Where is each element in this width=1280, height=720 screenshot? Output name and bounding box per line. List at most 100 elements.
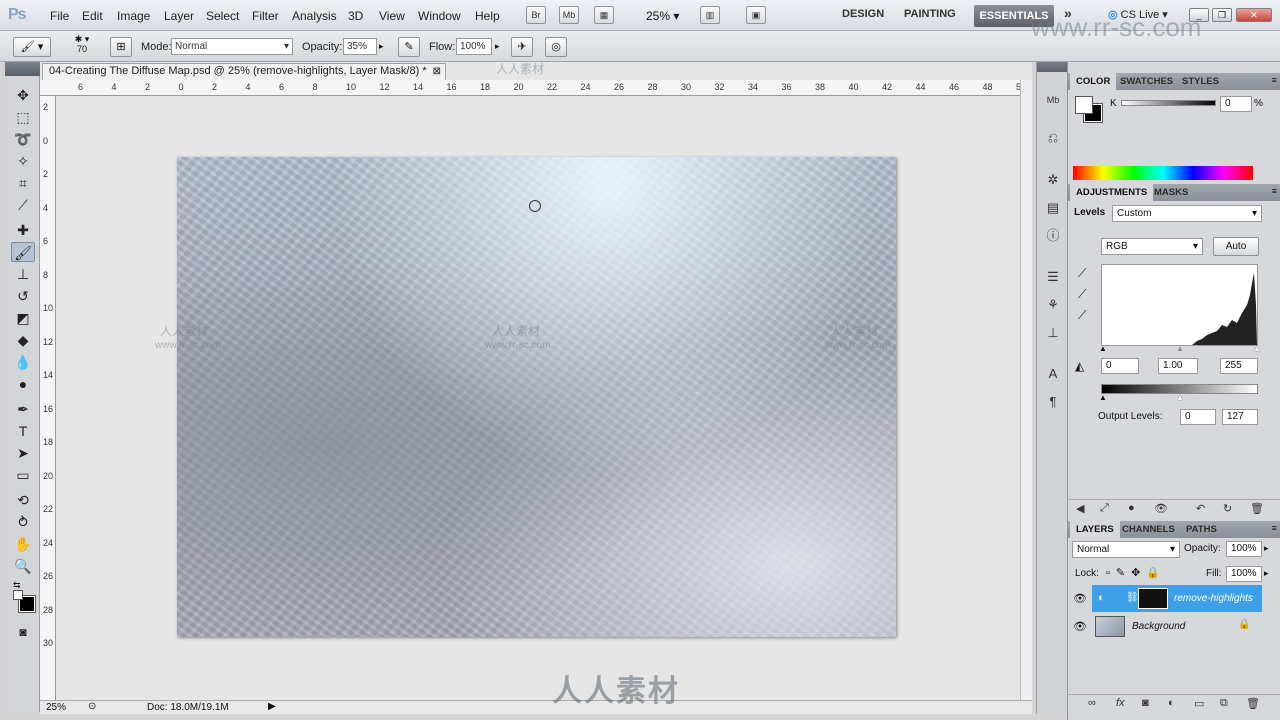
delete-adjustment-icon[interactable]: 🗑: [1250, 502, 1264, 515]
brush-presets-panel-icon[interactable]: ☰: [1043, 268, 1063, 286]
output-black-slider[interactable]: ▲: [1099, 393, 1107, 402]
menu-file[interactable]: File: [50, 9, 69, 23]
arrange-documents-icon[interactable]: ▥: [700, 6, 720, 24]
paint-bucket-tool-icon[interactable]: ◆: [11, 330, 35, 350]
auto-button[interactable]: Auto: [1213, 237, 1259, 256]
layer-row[interactable]: 👁 ◐ ⛓ remove-highlights: [1068, 585, 1264, 612]
3d-orbit-tool-icon[interactable]: ⥁: [11, 512, 35, 532]
flow-slider-arrow-icon[interactable]: ▸: [495, 41, 500, 52]
zoom-level-select[interactable]: 25% ▾: [646, 9, 679, 23]
clone-source-panel-icon[interactable]: ⊥: [1043, 324, 1063, 342]
fill-field[interactable]: 100%: [1226, 566, 1262, 582]
brush-panel-icon[interactable]: ⚘: [1043, 296, 1063, 314]
opacity-field[interactable]: 35%: [343, 38, 377, 55]
document-tab[interactable]: 04-Creating The Diffuse Map.psd @ 25% (r…: [42, 63, 446, 80]
input-black-slider[interactable]: ▲: [1099, 344, 1107, 353]
workspace-design[interactable]: DESIGN: [842, 8, 884, 20]
brush-preset-picker[interactable]: ✱ ▾ 70: [62, 34, 102, 60]
return-to-list-icon[interactable]: ◀: [1076, 502, 1084, 515]
dock-header[interactable]: [1037, 62, 1067, 72]
history-brush-tool-icon[interactable]: ↺: [11, 286, 35, 306]
calculate-histogram-icon[interactable]: ◭: [1075, 359, 1084, 373]
delete-layer-icon[interactable]: 🗑: [1246, 697, 1260, 710]
new-group-icon[interactable]: ▭: [1194, 697, 1204, 710]
brush-panel-toggle-icon[interactable]: ⊞: [110, 37, 132, 57]
input-gamma-slider[interactable]: ▲: [1176, 344, 1184, 353]
input-black-field[interactable]: 0: [1101, 358, 1139, 374]
k-value-field[interactable]: 0: [1220, 96, 1252, 112]
white-point-eyedropper-icon[interactable]: ⟋: [1078, 308, 1086, 323]
channel-select[interactable]: RGB ▾: [1101, 238, 1203, 255]
blur-tool-icon[interactable]: 💧: [11, 352, 35, 372]
hand-tool-icon[interactable]: ✋: [11, 534, 35, 554]
vertical-scrollbar[interactable]: [1020, 80, 1032, 700]
layer-name[interactable]: Background: [1132, 621, 1185, 632]
status-menu-arrow-icon[interactable]: ▶: [268, 701, 276, 712]
tab-styles[interactable]: STYLES: [1176, 73, 1225, 90]
tab-adjustments[interactable]: ADJUSTMENTS: [1070, 184, 1154, 201]
clone-stamp-tool-icon[interactable]: ⊥: [11, 264, 35, 284]
panel-menu-icon[interactable]: ≡: [1272, 186, 1277, 196]
3d-rotate-tool-icon[interactable]: ⟲: [11, 490, 35, 510]
link-layers-icon[interactable]: ∞: [1088, 697, 1096, 709]
character-panel-icon[interactable]: A: [1043, 365, 1063, 383]
brush-tool-icon[interactable]: 🖌: [11, 242, 35, 262]
layer-row[interactable]: 👁 Background 🔒: [1068, 613, 1264, 640]
black-point-eyedropper-icon[interactable]: ⟋: [1078, 266, 1086, 281]
fg-color-swatch[interactable]: [1075, 96, 1093, 114]
input-white-slider[interactable]: ▲: [1253, 344, 1261, 353]
layer-visibility-eye-icon[interactable]: 👁: [1073, 620, 1087, 633]
panel-menu-icon[interactable]: ≡: [1272, 75, 1277, 85]
crop-tool-icon[interactable]: ⌗: [11, 173, 35, 193]
background-color-swatch[interactable]: [13, 590, 23, 600]
flow-field[interactable]: 100%: [456, 38, 492, 55]
menu-edit[interactable]: Edit: [82, 9, 103, 23]
output-white-slider[interactable]: ▲: [1176, 393, 1184, 402]
tool-preset-picker[interactable]: 🖌 ▾: [13, 37, 51, 57]
image-canvas[interactable]: [177, 157, 896, 637]
gray-point-eyedropper-icon[interactable]: ⟋: [1078, 287, 1086, 302]
paragraph-panel-icon[interactable]: ¶: [1043, 393, 1063, 411]
menu-3d[interactable]: 3D: [348, 9, 363, 23]
history-panel-icon[interactable]: ⎌: [1043, 129, 1063, 147]
tablet-pressure-opacity-icon[interactable]: ✎: [398, 37, 420, 57]
levels-histogram[interactable]: [1101, 264, 1258, 346]
navigator-panel-icon[interactable]: ✲: [1043, 171, 1063, 189]
histogram-panel-icon[interactable]: ▤: [1043, 199, 1063, 217]
layer-opacity-field[interactable]: 100%: [1226, 541, 1262, 557]
screen-mode-icon[interactable]: ▣: [746, 6, 766, 24]
menu-layer[interactable]: Layer: [164, 9, 194, 23]
color-spectrum-bar[interactable]: [1073, 166, 1253, 180]
layer-blend-mode-select[interactable]: Normal ▾: [1072, 541, 1180, 558]
toggle-visibility-icon[interactable]: 👁: [1154, 502, 1168, 515]
zoom-tool-icon[interactable]: 🔍: [11, 556, 35, 576]
tab-masks[interactable]: MASKS: [1148, 184, 1194, 201]
dodge-tool-icon[interactable]: ●: [11, 374, 35, 394]
horizontal-ruler[interactable]: 6 4 2 0 2 4 6 8 10 12 14 16 18 20 22 24 26 28 30 32 34 36 38 40…: [40, 80, 1026, 96]
new-adjustment-layer-icon[interactable]: ◐: [1168, 697, 1175, 709]
tablet-pressure-size-icon[interactable]: ◎: [545, 37, 567, 57]
input-gamma-field[interactable]: 1.00: [1158, 358, 1198, 374]
pen-tool-icon[interactable]: ✒: [11, 399, 35, 419]
opacity-slider-arrow-icon[interactable]: ▸: [379, 41, 384, 52]
output-black-field[interactable]: 0: [1180, 409, 1216, 425]
input-white-field[interactable]: 255: [1220, 358, 1258, 374]
bridge-button[interactable]: Br: [526, 6, 546, 24]
lock-options-icons[interactable]: ▫✎✥🔒: [1106, 566, 1166, 579]
menu-select[interactable]: Select: [206, 9, 239, 23]
quick-selection-tool-icon[interactable]: ✧: [11, 151, 35, 171]
status-info-icon[interactable]: ⊙: [88, 701, 96, 712]
layer-style-icon[interactable]: fx: [1116, 697, 1125, 709]
vertical-ruler[interactable]: 2 0 2 4 6 8 10 12 14 16 18 20 22 24 26 28 30: [40, 96, 56, 700]
menu-help[interactable]: Help: [475, 9, 500, 23]
tab-channels[interactable]: CHANNELS: [1116, 521, 1181, 538]
tab-layers[interactable]: LAYERS: [1070, 521, 1120, 538]
quick-mask-icon[interactable]: ◙: [11, 622, 35, 642]
workspace-painting[interactable]: PAINTING: [904, 8, 956, 20]
extras-grid-icon[interactable]: ▦: [594, 6, 614, 24]
mini-bridge-button[interactable]: Mb: [559, 6, 579, 24]
lasso-tool-icon[interactable]: ➰: [11, 129, 35, 149]
output-white-field[interactable]: 127: [1222, 409, 1258, 425]
menu-filter[interactable]: Filter: [252, 9, 279, 23]
eraser-tool-icon[interactable]: ◩: [11, 308, 35, 328]
